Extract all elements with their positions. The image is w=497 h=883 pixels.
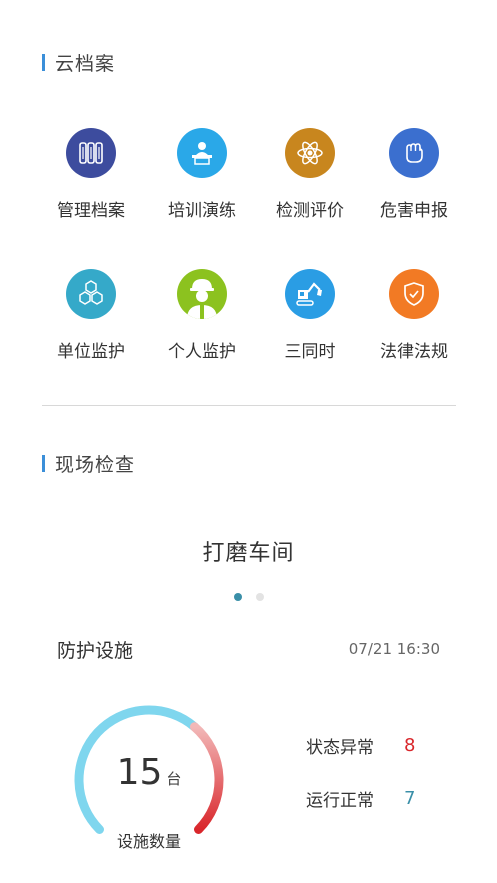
atom-detection-icon [285,128,335,178]
grid-item-label: 三同时 [284,342,336,362]
excavator-icon [285,269,335,319]
fist-report-icon [389,128,439,178]
section-accent-bar [42,53,45,71]
facility-unit: 台 [166,770,182,788]
site-inspection-title: 现场检查 [55,453,136,476]
section-divider [42,405,456,406]
protection-timestamp: 07/21 16:30 [348,640,440,658]
facility-count: 15 [116,752,163,793]
stat-abnormal: 状态异常 8 [306,733,415,758]
carousel-slide-title[interactable]: 打磨车间 [0,535,497,567]
archive-binders-icon [66,128,116,178]
pager-dot-active[interactable] [233,593,242,601]
cloud-archive-title: 云档案 [55,52,116,75]
grid-item-three-simultaneous[interactable]: 三同时 [255,269,365,362]
grid-item-unit-monitoring[interactable]: 单位监护 [36,269,146,362]
grid-item-label: 单位监护 [57,342,125,362]
stat-normal-value: 7 [404,788,416,809]
training-lecture-icon [177,128,227,178]
grid-item-label: 管理档案 [57,201,125,221]
grid-item-label: 危害申报 [380,201,448,221]
grid-item-label: 个人监护 [168,342,236,362]
stat-normal: 运行正常 7 [306,786,415,811]
grid-item-laws-regulations[interactable]: 法律法规 [359,269,469,362]
grid-item-label: 培训演练 [168,201,236,221]
protection-facilities-title: 防护设施 [57,640,134,662]
section-accent-bar [42,454,45,472]
grid-item-training[interactable]: 培训演练 [147,128,257,221]
stat-normal-label: 运行正常 [306,791,374,811]
grid-item-management-archive[interactable]: 管理档案 [36,128,146,221]
shield-check-icon [389,269,439,319]
grid-item-label: 检测评价 [276,201,344,221]
carousel-pager [0,593,497,601]
grid-item-detection[interactable]: 检测评价 [255,128,365,221]
stat-abnormal-value: 8 [404,735,416,756]
grid-item-label: 法律法规 [380,342,448,362]
gauge-count: 15 台 [64,752,234,793]
pager-dot[interactable] [255,593,264,601]
grid-item-personal-monitoring[interactable]: 个人监护 [147,269,257,362]
gauge-label: 设施数量 [116,832,181,851]
hexagon-cluster-icon [66,269,116,319]
stat-abnormal-label: 状态异常 [306,738,374,758]
site-inspection-header: 现场检查 [42,453,135,476]
cloud-archive-header: 云档案 [42,52,115,75]
worker-helmet-icon [177,269,227,319]
grid-item-hazard-report[interactable]: 危害申报 [359,128,469,221]
